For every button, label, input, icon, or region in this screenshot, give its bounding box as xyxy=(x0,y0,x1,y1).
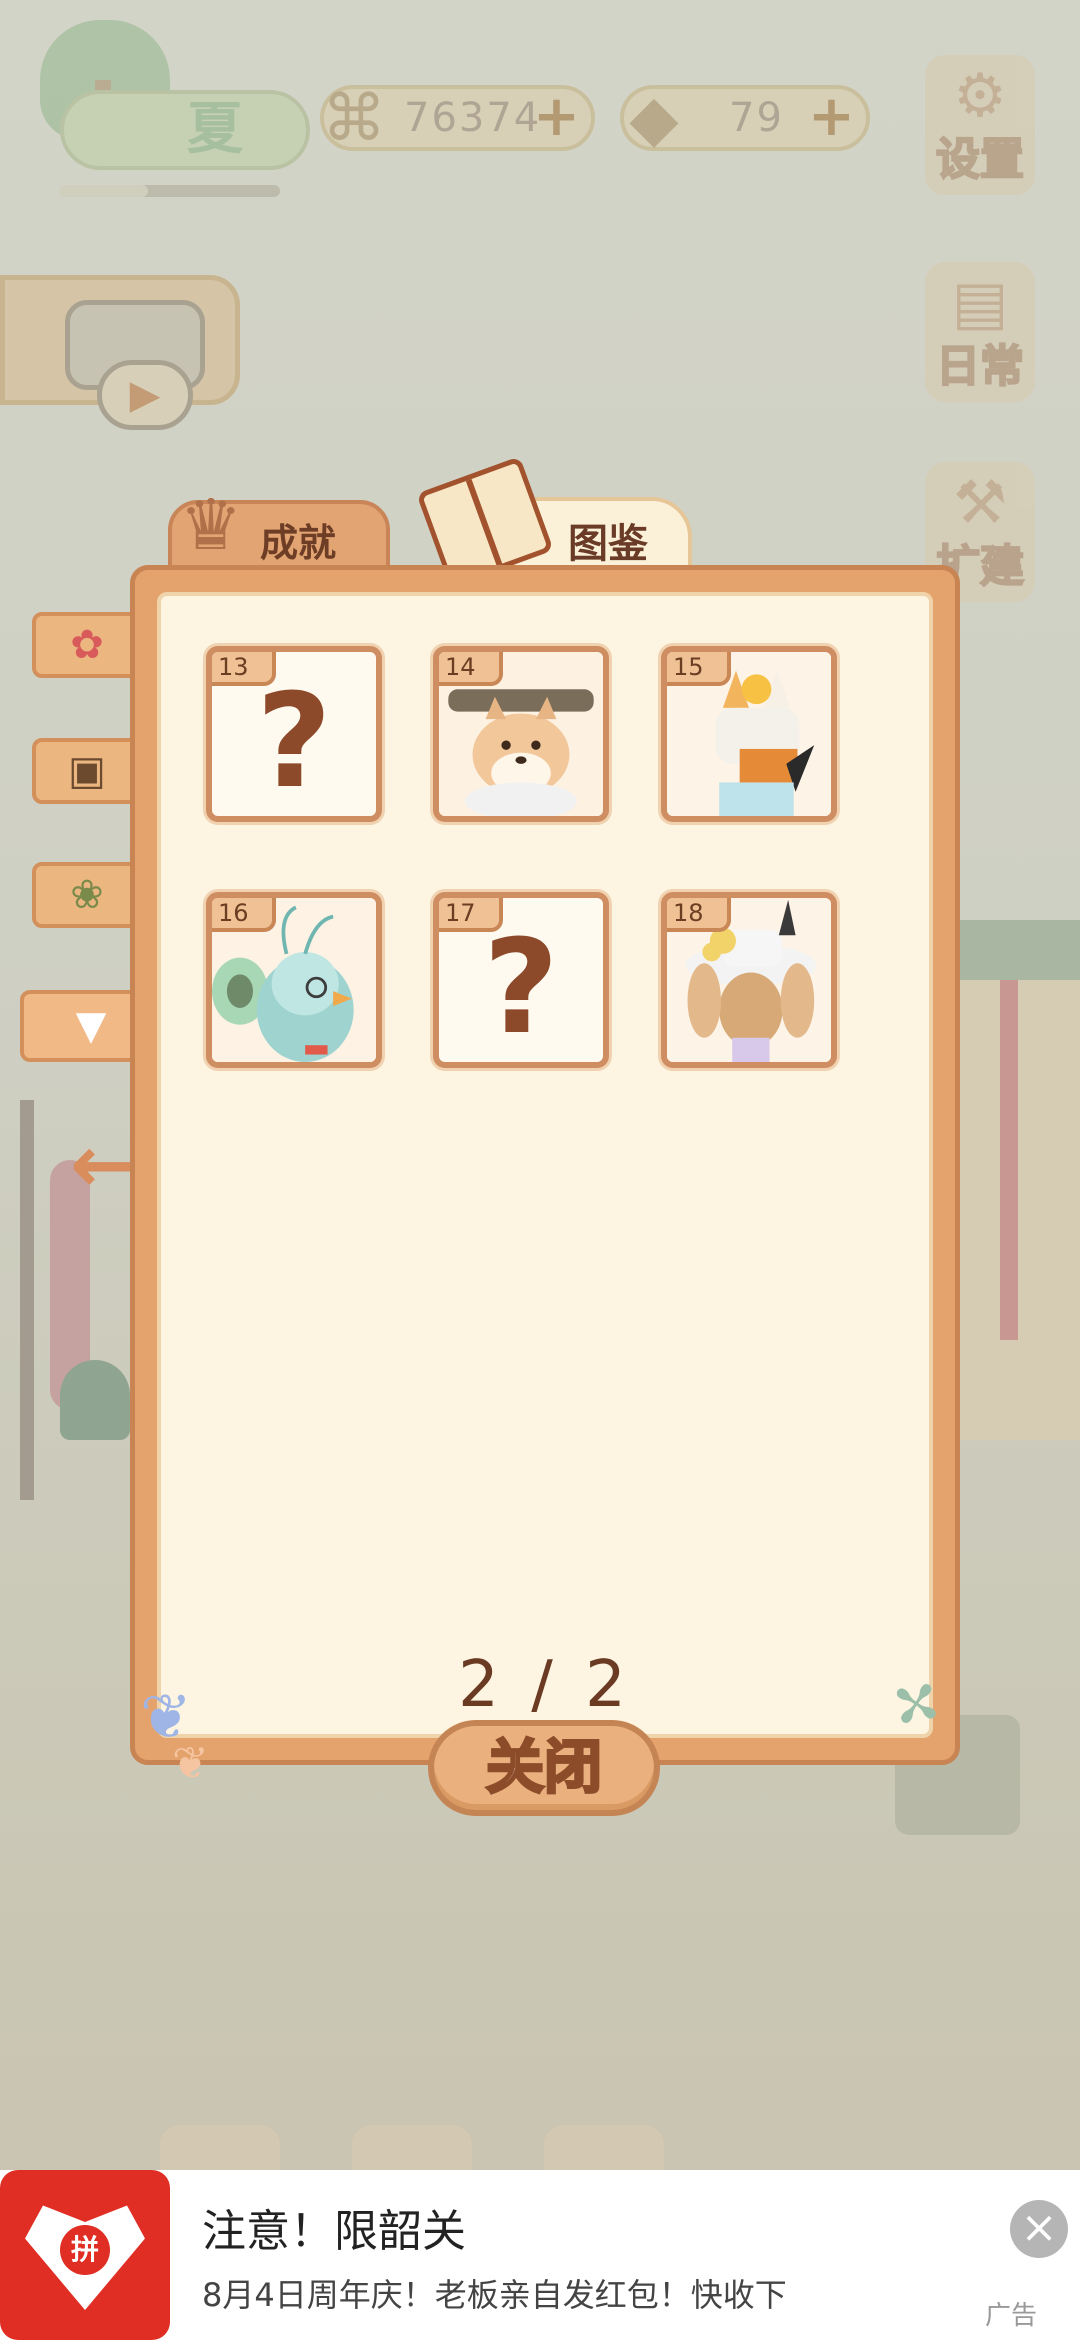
cheese-currency[interactable]: ◆ 79 + xyxy=(620,82,870,156)
gear-icon: ⚙ xyxy=(953,61,1007,131)
collection-card-18[interactable]: 18 xyxy=(661,892,837,1068)
category-tab-bouquet[interactable]: ❀ xyxy=(32,862,142,928)
cheese-icon: ◆ xyxy=(629,82,679,156)
rose-icon: ✿ xyxy=(70,622,104,668)
background-building xyxy=(920,920,1080,1440)
page-indicator: 2 / 2 xyxy=(458,1648,632,1722)
play-icon: ▶ xyxy=(97,360,193,430)
collection-panel-inner: ? 13 14 15 16 ? 17 18 2 / 2 xyxy=(157,592,933,1738)
unknown-mark: ? xyxy=(483,911,559,1063)
season-indicator[interactable]: 夏 xyxy=(40,20,310,197)
fish-currency[interactable]: ⌘ 76374 + xyxy=(320,82,595,156)
photo-icon: ▣ xyxy=(68,748,106,794)
fish-currency-value: 76374 xyxy=(404,95,542,141)
pinduoduo-logo: 拼 xyxy=(0,2170,170,2340)
collection-card-13[interactable]: ? 13 xyxy=(206,646,382,822)
cat-head-icon: ▼ xyxy=(75,1003,107,1049)
daily-button[interactable]: ▤ 日常 xyxy=(925,262,1035,402)
collection-card-15[interactable]: 15 xyxy=(661,646,837,822)
collection-card-16[interactable]: 16 xyxy=(206,892,382,1068)
collection-panel: ? 13 14 15 16 ? 17 18 2 / 2 xyxy=(130,565,960,1765)
settings-button[interactable]: ⚙ 设置 xyxy=(925,55,1035,195)
season-label: 夏 xyxy=(187,97,243,162)
cheese-currency-value: 79 xyxy=(729,95,784,141)
ad-label: 广告 xyxy=(985,2301,1038,2331)
season-progress xyxy=(60,185,280,197)
hammer-icon: ⚒ xyxy=(953,468,1007,538)
add-fish-button[interactable]: + xyxy=(533,89,580,145)
video-reward-button[interactable]: ▶ xyxy=(0,275,240,430)
card-number: 18 xyxy=(667,898,731,932)
category-tab-flower[interactable]: ✿ xyxy=(32,612,142,678)
ad-banner[interactable]: 拼 注意！限韶关 8月4日周年庆！老板亲自发红包！快收下 × 广告 xyxy=(0,2170,1080,2340)
card-number: 16 xyxy=(212,898,276,932)
ad-title: 注意！限韶关 xyxy=(202,2206,466,2257)
butterfly-icon: ❦ xyxy=(172,1738,209,1789)
ad-subtitle: 8月4日周年庆！老板亲自发红包！快收下 xyxy=(202,2276,787,2314)
category-tab-photo[interactable]: ▣ xyxy=(32,738,142,804)
close-button[interactable]: 关闭 xyxy=(428,1720,660,1816)
bouquet-icon: ❀ xyxy=(70,872,104,918)
add-cheese-button[interactable]: + xyxy=(808,89,855,145)
background-bottom-bar xyxy=(160,2125,920,2219)
ad-close-button[interactable]: × xyxy=(1010,2200,1068,2258)
collection-card-17[interactable]: ? 17 xyxy=(433,892,609,1068)
collection-card-14[interactable]: 14 xyxy=(433,646,609,822)
card-number: 17 xyxy=(439,898,503,932)
card-number: 13 xyxy=(212,652,276,686)
card-number: 15 xyxy=(667,652,731,686)
scroll-icon: ▤ xyxy=(951,268,1009,338)
card-number: 14 xyxy=(439,652,503,686)
unknown-mark: ? xyxy=(256,665,332,817)
fish-bone-icon: ⌘ xyxy=(322,82,386,156)
